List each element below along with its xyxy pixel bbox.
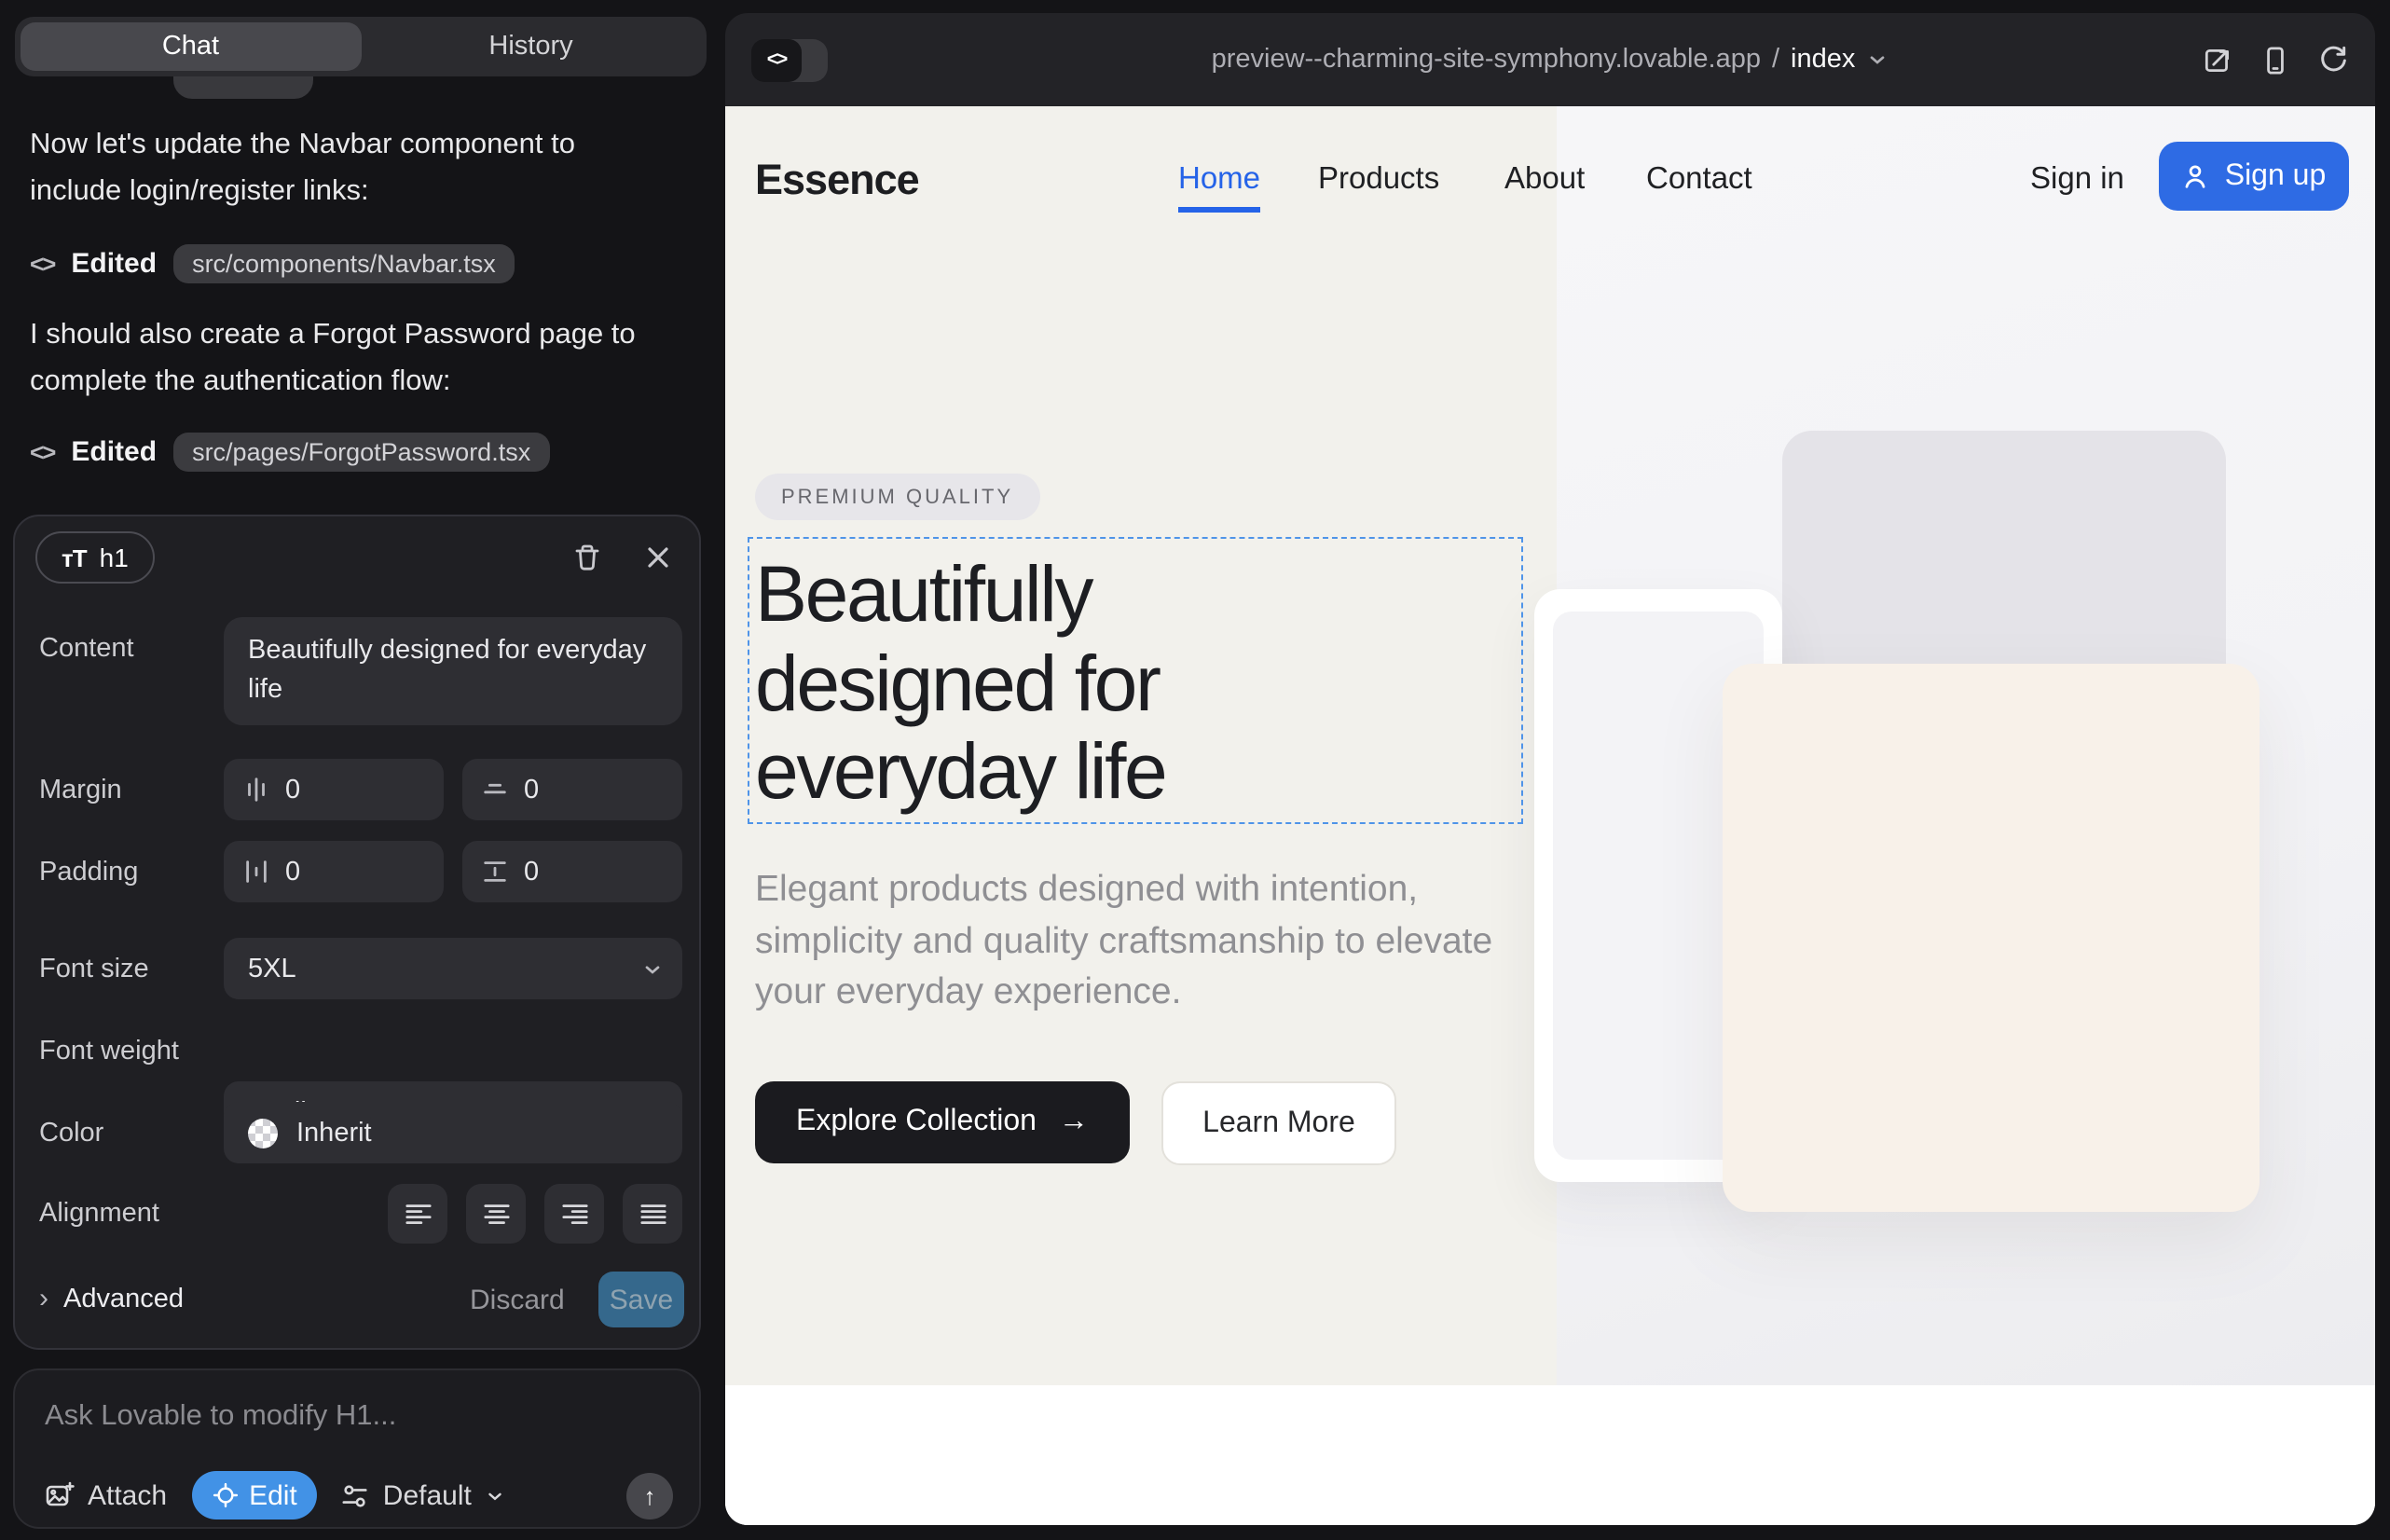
hero-subtext: Elegant products designed with intention… (755, 865, 1523, 1019)
align-left-button[interactable] (388, 1184, 447, 1244)
prompt-box: Ask Lovable to modify H1... Attach Edit (13, 1368, 701, 1529)
align-right-button[interactable] (544, 1184, 604, 1244)
lovable-app: Chat History Now let's update the Navbar… (0, 0, 2390, 1540)
padding-y-input[interactable]: 0 (462, 841, 682, 902)
color-select[interactable]: Inherit (224, 1102, 682, 1163)
chat-message: I should also create a Forgot Password p… (30, 313, 671, 405)
chevron-down-icon (641, 957, 664, 980)
padding-label: Padding (39, 858, 138, 887)
chat-message: Now let's update the Navbar component to… (30, 123, 671, 214)
edited-file-row: <> Edited src/pages/ForgotPassword.tsx (30, 429, 549, 474)
alignment-label: Alignment (39, 1199, 159, 1229)
edited-label: Edited (71, 435, 157, 467)
preview-toolbar: <> preview--charming-site-symphony.lovab… (725, 13, 2375, 106)
nav-link-contact[interactable]: Contact (1646, 162, 1752, 198)
user-icon (2182, 162, 2210, 190)
margin-horizontal-icon (242, 776, 270, 804)
align-justify-button[interactable] (623, 1184, 682, 1244)
close-icon (643, 543, 673, 572)
close-panel-button[interactable] (643, 543, 673, 572)
padding-horizontal-icon (242, 858, 270, 886)
margin-label: Margin (39, 776, 122, 805)
align-center-button[interactable] (466, 1184, 526, 1244)
preview-panel: <> preview--charming-site-symphony.lovab… (725, 13, 2375, 1525)
text-size-icon: тT (62, 543, 87, 571)
selected-element-chip[interactable]: тT h1 (35, 531, 155, 584)
url-domain: preview--charming-site-symphony.lovable.… (1212, 45, 1761, 75)
learn-more-button[interactable]: Learn More (1161, 1081, 1396, 1165)
edited-file-row: <> Edited src/components/Navbar.tsx (30, 241, 515, 285)
padding-x-input[interactable]: 0 (224, 841, 444, 902)
send-button[interactable]: ↑ (626, 1472, 673, 1519)
section-below-hero (725, 1385, 2375, 1525)
padding-vertical-icon (481, 858, 509, 886)
margin-x-input[interactable]: 0 (224, 759, 444, 820)
target-icon (212, 1482, 238, 1508)
edited-label: Edited (71, 247, 157, 279)
prompt-input[interactable]: Ask Lovable to modify H1... (45, 1400, 396, 1434)
trash-icon (572, 543, 602, 572)
advanced-toggle[interactable]: › Advanced (39, 1283, 184, 1314)
attach-button[interactable]: Attach (45, 1479, 167, 1511)
file-chip[interactable]: src/components/Navbar.tsx (173, 243, 515, 282)
hero-headline[interactable]: Beautifully designed for everyday life (755, 550, 1370, 816)
delete-element-button[interactable] (572, 543, 602, 572)
active-nav-underline (1178, 207, 1260, 212)
chevron-right-icon: › (39, 1283, 48, 1314)
margin-vertical-icon (481, 776, 509, 804)
color-swatch (248, 1118, 278, 1148)
tab-chat[interactable]: Chat (21, 22, 361, 71)
font-size-label: Font size (39, 955, 149, 984)
chevron-down-icon (485, 1485, 505, 1506)
hero-section: Essence Home Products About Contact Sign… (725, 106, 2375, 1385)
font-weight-label: Font weight (39, 1037, 179, 1066)
sign-in-link[interactable]: Sign in (2030, 162, 2124, 198)
quality-badge: PREMIUM QUALITY (755, 474, 1039, 520)
align-right-icon (560, 1200, 588, 1228)
chat-history-tabs: Chat History (15, 17, 707, 76)
align-justify-icon (639, 1200, 666, 1228)
element-tag: h1 (100, 543, 129, 572)
decorative-card-beige (1723, 664, 2260, 1212)
content-input[interactable]: Beautifully designed for everyday life (224, 617, 682, 725)
arrow-right-icon: → (1059, 1106, 1089, 1139)
code-icon: <> (30, 249, 54, 277)
tab-history[interactable]: History (361, 22, 701, 71)
margin-y-input[interactable]: 0 (462, 759, 682, 820)
chevron-down-icon (1866, 48, 1889, 71)
chat-mode-selector[interactable]: Default (342, 1479, 505, 1511)
align-left-icon (404, 1200, 432, 1228)
nav-link-products[interactable]: Products (1318, 162, 1439, 198)
sliders-icon (342, 1481, 370, 1509)
nav-link-about[interactable]: About (1504, 162, 1585, 198)
nav-link-home[interactable]: Home (1178, 162, 1260, 198)
element-inspector-panel: тT h1 Content Beautifully designed for e… (13, 515, 701, 1350)
sign-up-button[interactable]: Sign up (2159, 142, 2349, 211)
code-icon: <> (30, 437, 54, 465)
align-center-icon (482, 1200, 510, 1228)
font-size-select[interactable]: 5XL (224, 938, 682, 999)
url-separator: / (1772, 45, 1779, 75)
attach-image-icon (45, 1480, 75, 1510)
file-chip[interactable]: src/pages/ForgotPassword.tsx (173, 432, 549, 471)
site-logo[interactable]: Essence (755, 157, 919, 205)
explore-collection-button[interactable]: Explore Collection → (755, 1081, 1130, 1163)
content-label: Content (39, 634, 134, 664)
url-page: index (1791, 45, 1855, 75)
preview-url[interactable]: preview--charming-site-symphony.lovable.… (725, 13, 2375, 106)
site-preview: Essence Home Products About Contact Sign… (725, 106, 2375, 1525)
save-button[interactable]: Save (598, 1272, 684, 1327)
color-label: Color (39, 1119, 103, 1148)
discard-button[interactable]: Discard (470, 1285, 565, 1316)
edit-mode-button[interactable]: Edit (191, 1471, 318, 1519)
scrolled-chip-fragment (173, 76, 313, 99)
